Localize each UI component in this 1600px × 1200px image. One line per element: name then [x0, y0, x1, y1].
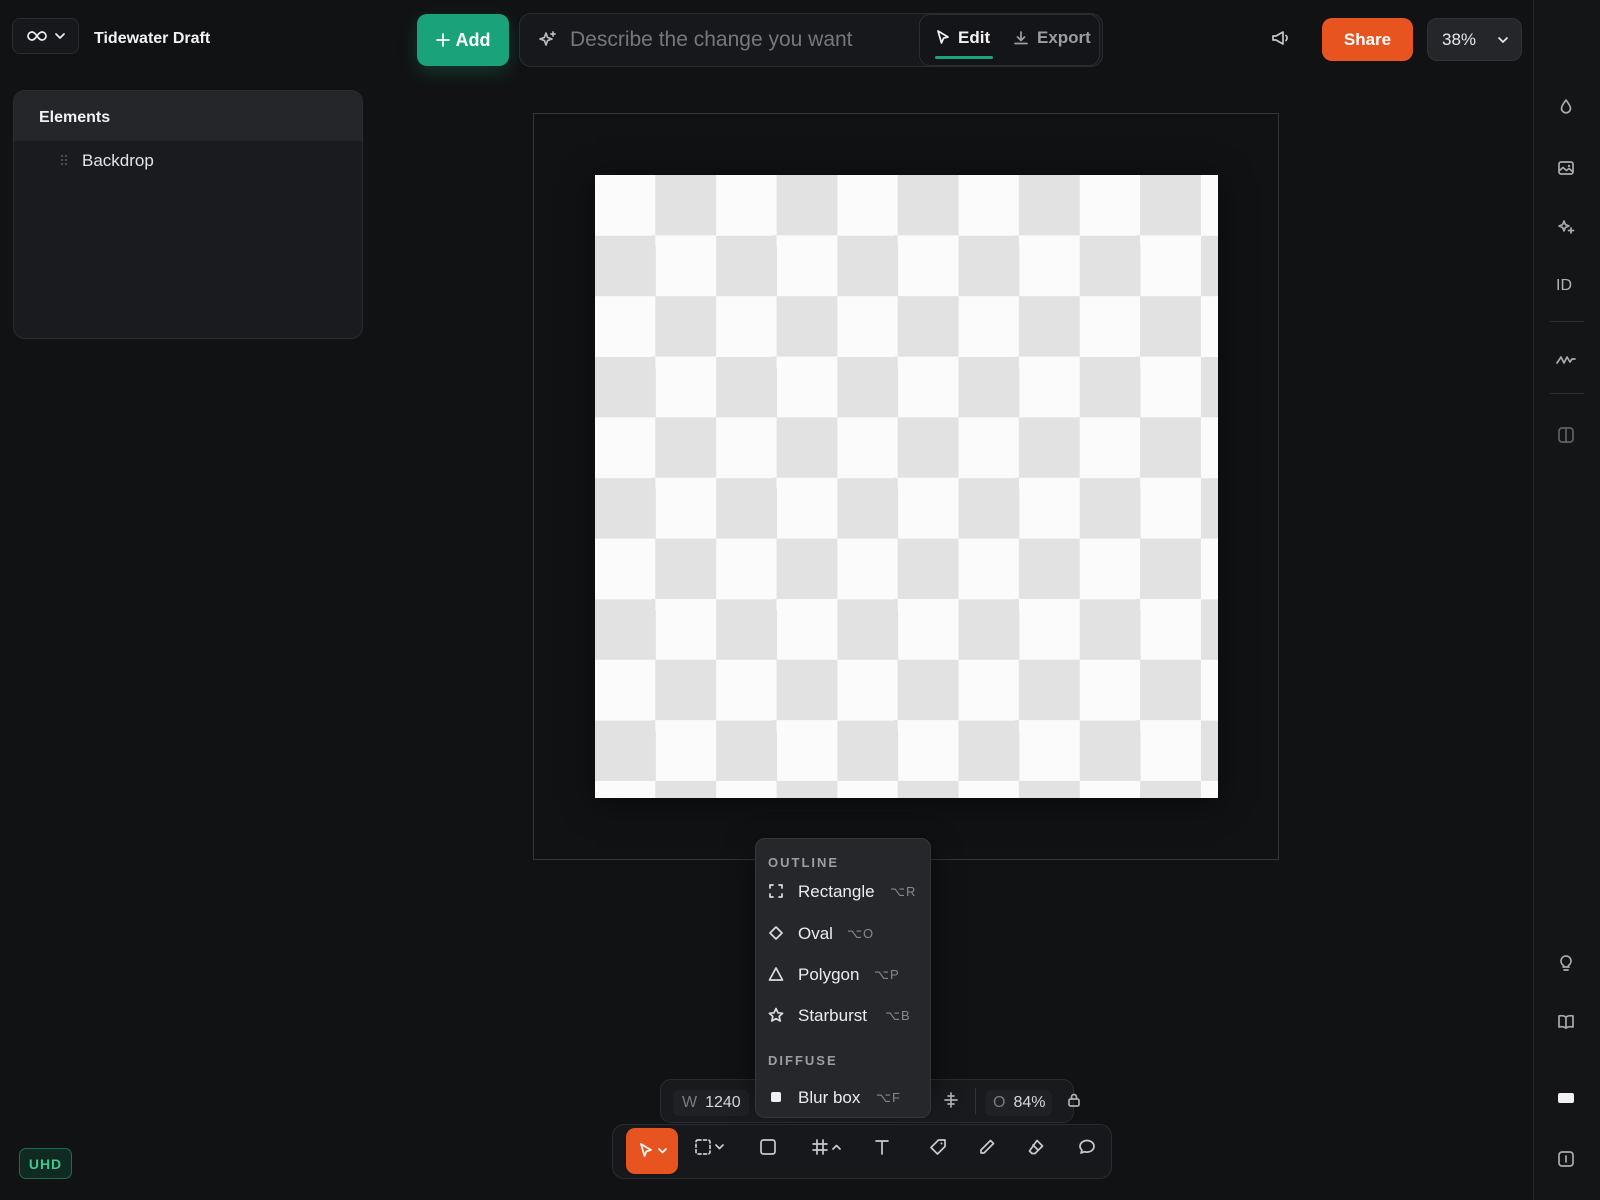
cursor-icon — [638, 1142, 654, 1160]
menu-item-shortcut: ⌥P — [874, 967, 900, 982]
eraser-tool-button[interactable] — [1027, 1138, 1045, 1156]
star-icon — [768, 1007, 784, 1023]
active-tab-indicator — [935, 56, 993, 59]
triangle-icon — [768, 966, 784, 982]
signature-icon[interactable] — [1556, 352, 1576, 366]
infinity-icon — [26, 30, 47, 42]
eraser-icon — [1027, 1138, 1045, 1156]
menu-item-label: Rectangle — [798, 882, 875, 901]
opacity-value: 84% — [1013, 1094, 1046, 1111]
width-value: 1240 — [705, 1094, 741, 1111]
align-icon[interactable] — [943, 1091, 959, 1109]
pencil-icon — [978, 1138, 996, 1156]
document-title[interactable]: Tidewater Draft — [94, 30, 210, 48]
filled-square-icon — [768, 1089, 784, 1105]
opacity-label: O — [993, 1094, 1006, 1111]
menu-item-polygon[interactable]: Polygon ⌥P — [756, 957, 930, 993]
right-tool-rail: ID — [1533, 0, 1600, 1200]
opacity-field[interactable]: O 84% — [985, 1090, 1052, 1116]
cursor-icon — [936, 30, 950, 46]
menu-heading-diffuse: DIFFUSE — [768, 1053, 838, 1068]
image-icon[interactable] — [1556, 158, 1576, 178]
comment-icon — [1078, 1138, 1096, 1156]
rail-divider — [1550, 321, 1584, 322]
marquee-tool-button[interactable] — [694, 1138, 724, 1156]
menu-item-blur-box[interactable]: Blur box ⌥F — [756, 1080, 930, 1116]
sparkles-icon[interactable] — [1556, 217, 1576, 237]
tab-export-label: Export — [1037, 28, 1091, 47]
property-divider — [975, 1088, 976, 1114]
add-button[interactable]: Add — [417, 14, 509, 66]
width-label: W — [682, 1094, 698, 1111]
menu-heading-outline: OUTLINE — [768, 855, 840, 870]
marquee-icon — [694, 1138, 712, 1156]
menu-item-shortcut: ⌥R — [890, 884, 917, 899]
add-button-label: Add — [455, 29, 491, 50]
id-icon[interactable]: ID — [1556, 277, 1572, 295]
square-icon — [759, 1138, 777, 1156]
chevron-down-icon — [715, 1144, 724, 1150]
text-tool-button[interactable] — [873, 1138, 891, 1156]
app-menu-button[interactable] — [12, 18, 79, 54]
menu-item-label: Starburst — [798, 1006, 867, 1025]
shape-dropdown: OUTLINE Rectangle ⌥R Oval ⌥O Polygon ⌥P … — [755, 838, 931, 1089]
droplet-icon[interactable] — [1556, 97, 1576, 117]
zoom-value: 38% — [1442, 29, 1477, 49]
rail-divider — [1550, 393, 1584, 394]
tag-icon — [929, 1138, 947, 1156]
share-button[interactable]: Share — [1322, 18, 1413, 61]
sparkle-icon — [538, 30, 558, 50]
download-icon — [1013, 30, 1029, 46]
menu-item-label: Blur box — [798, 1088, 861, 1107]
tab-edit-label: Edit — [958, 28, 991, 47]
text-icon — [873, 1138, 891, 1156]
chevron-up-icon — [832, 1144, 841, 1150]
shape-dropdown-footer: Blur box ⌥F — [755, 1078, 931, 1118]
lock-icon[interactable] — [1066, 1092, 1082, 1108]
hash-icon — [811, 1138, 829, 1156]
artboard-canvas[interactable] — [595, 175, 1218, 798]
elements-panel: Elements Backdrop — [13, 90, 363, 339]
shape-tool-button[interactable] — [759, 1138, 777, 1156]
frame-tool-button[interactable] — [811, 1138, 841, 1156]
layer-item[interactable]: Backdrop — [14, 141, 362, 181]
diamond-icon — [768, 925, 784, 941]
megaphone-icon[interactable] — [1270, 28, 1292, 48]
zoom-select[interactable]: 38% — [1427, 18, 1522, 61]
panel-toggle-icon[interactable] — [1556, 1149, 1576, 1169]
elements-panel-title: Elements — [39, 109, 111, 126]
layer-name: Backdrop — [82, 151, 154, 170]
tag-tool-button[interactable] — [929, 1138, 947, 1156]
menu-item-oval[interactable]: Oval ⌥O — [756, 916, 930, 952]
menu-item-rectangle[interactable]: Rectangle ⌥R — [756, 874, 930, 910]
chevron-down-icon — [1498, 36, 1508, 43]
pencil-tool-button[interactable] — [978, 1138, 996, 1156]
compare-icon[interactable] — [1556, 425, 1576, 445]
keyboard-icon[interactable] — [1556, 1091, 1576, 1105]
width-field[interactable]: W 1240 — [673, 1090, 749, 1116]
quality-badge[interactable]: UHD — [19, 1148, 72, 1179]
menu-item-shortcut: ⌥O — [847, 926, 875, 941]
rectangle-outline-icon — [768, 883, 784, 899]
comment-tool-button[interactable] — [1078, 1138, 1096, 1156]
plus-icon — [435, 33, 450, 47]
menu-item-label: Oval — [798, 924, 833, 943]
chevron-down-icon — [54, 33, 65, 39]
tab-edit[interactable]: Edit — [936, 28, 990, 48]
chevron-down-icon — [657, 1148, 667, 1154]
book-icon[interactable] — [1556, 1012, 1576, 1032]
menu-item-label: Polygon — [798, 965, 860, 984]
select-tool-button[interactable] — [626, 1128, 678, 1174]
prompt-input[interactable] — [570, 22, 900, 58]
lightbulb-icon[interactable] — [1556, 953, 1576, 973]
menu-item-starburst[interactable]: Starburst ⌥B — [756, 998, 930, 1034]
menu-item-shortcut: ⌥F — [876, 1090, 901, 1105]
drag-handle-icon[interactable] — [60, 154, 68, 166]
menu-item-shortcut: ⌥B — [885, 1008, 911, 1023]
tab-export[interactable]: Export — [1013, 28, 1091, 48]
